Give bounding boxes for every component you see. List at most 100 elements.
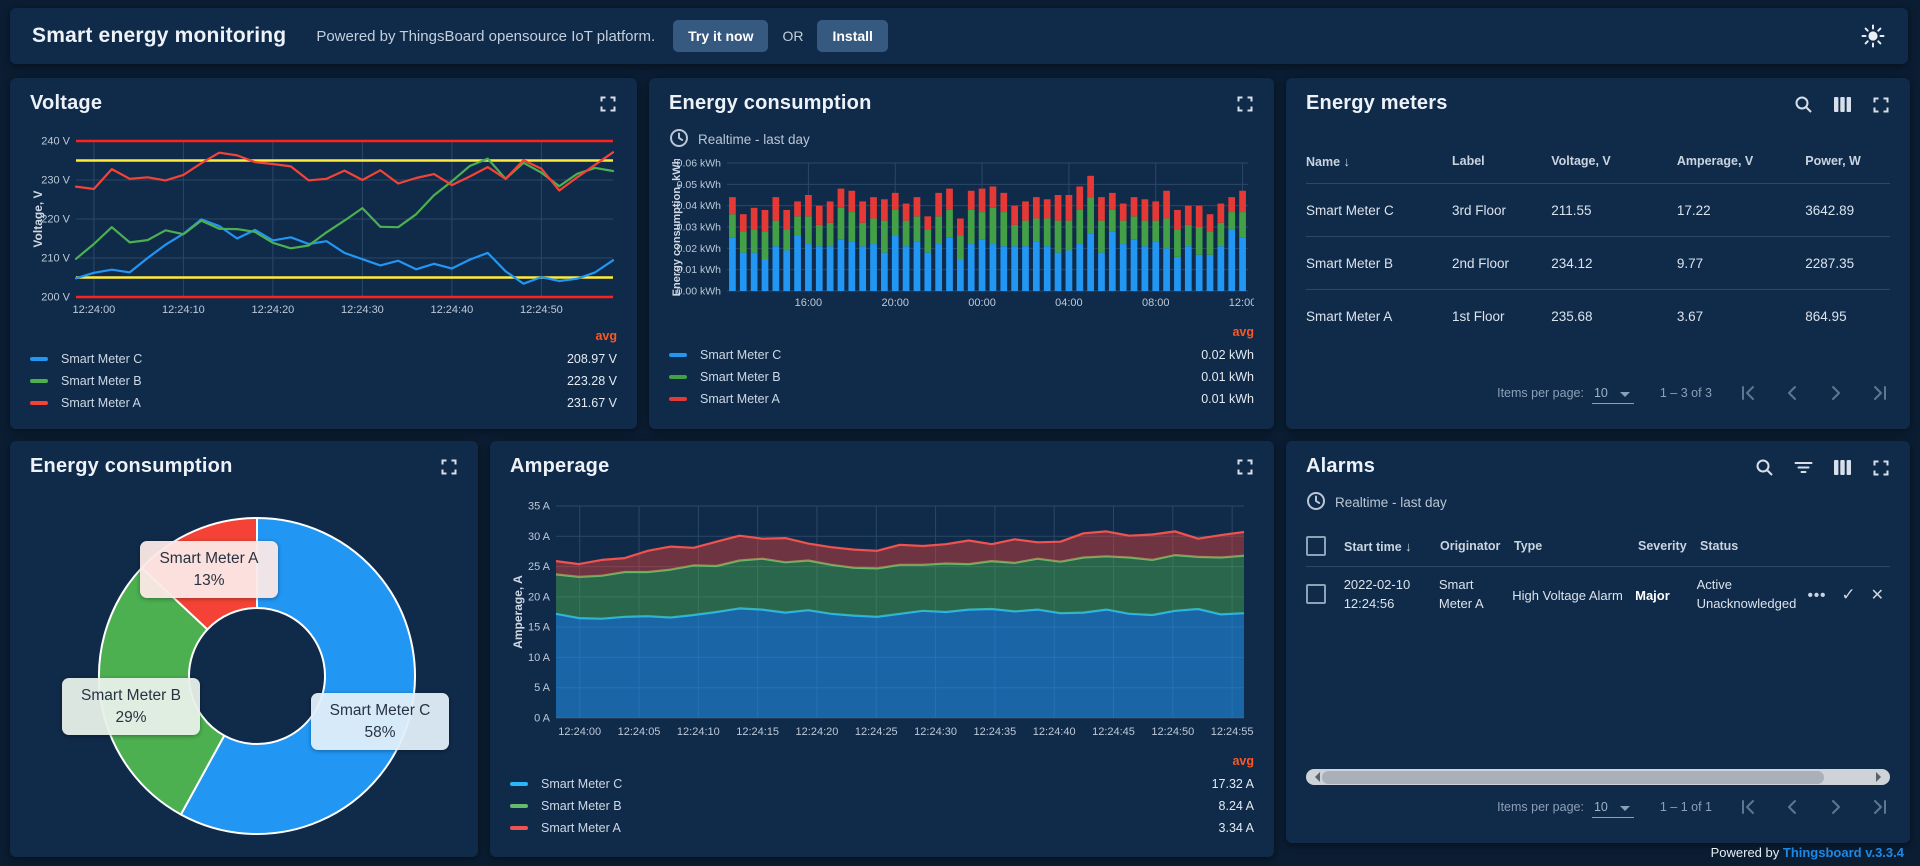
column-header[interactable]: Power, W — [1805, 154, 1890, 168]
search-icon[interactable] — [1794, 95, 1813, 114]
legend-color-dash — [30, 357, 48, 361]
horizontal-scrollbar[interactable] — [1306, 769, 1890, 785]
legend-item[interactable]: Smart Meter A3.34 A — [510, 817, 1254, 839]
scroll-left-arrow-icon[interactable] — [1310, 772, 1320, 782]
try-it-now-button[interactable]: Try it now — [673, 20, 768, 52]
energy-meters-table: Name ↓LabelVoltage, VAmperage, VPower, W… — [1306, 139, 1890, 342]
table-row[interactable]: Smart Meter A1st Floor235.683.67864.95 — [1306, 289, 1890, 342]
items-per-page-select[interactable]: 10 — [1592, 797, 1634, 818]
column-header[interactable]: Amperage, V — [1677, 154, 1805, 168]
alarms-widget: Alarms Realtime - last day Start time ↓O… — [1286, 441, 1910, 843]
columns-icon[interactable] — [1833, 96, 1852, 113]
clear-alarm-icon[interactable]: ✕ — [1871, 585, 1884, 605]
column-header[interactable]: Status — [1700, 539, 1812, 553]
column-header[interactable]: Type — [1514, 539, 1638, 553]
column-header[interactable]: Label — [1452, 154, 1551, 168]
scroll-right-arrow-icon[interactable] — [1876, 772, 1886, 782]
table-row[interactable]: Smart Meter C3rd Floor211.5517.223642.89 — [1306, 183, 1890, 236]
svg-text:08:00: 08:00 — [1142, 297, 1170, 309]
fullscreen-icon[interactable] — [599, 95, 617, 113]
clock-icon — [1306, 491, 1326, 514]
svg-text:12:24:30: 12:24:30 — [914, 726, 957, 738]
svg-text:12:00: 12:00 — [1229, 297, 1254, 309]
legend-item[interactable]: Smart Meter C208.97 V — [30, 348, 617, 370]
install-button[interactable]: Install — [817, 20, 887, 52]
svg-text:12:24:20: 12:24:20 — [796, 726, 839, 738]
column-header[interactable]: Voltage, V — [1551, 154, 1677, 168]
legend-color-dash — [669, 353, 687, 357]
svg-text:0.04 kWh: 0.04 kWh — [677, 200, 722, 212]
fullscreen-icon[interactable] — [1872, 459, 1890, 477]
legend-item[interactable]: Smart Meter B0.01 kWh — [669, 366, 1254, 388]
svg-text:0.03 kWh: 0.03 kWh — [677, 222, 722, 234]
legend-color-dash — [30, 401, 48, 405]
fullscreen-icon[interactable] — [1872, 96, 1890, 114]
last-page-icon[interactable] — [1870, 384, 1890, 402]
svg-text:12:24:15: 12:24:15 — [736, 726, 779, 738]
pie-label-smart-meter-c: Smart Meter C 58% — [311, 693, 449, 750]
items-per-page-label: Items per page: — [1497, 386, 1584, 400]
column-header[interactable]: Severity — [1638, 539, 1700, 553]
svg-text:220 V: 220 V — [41, 214, 70, 226]
pie-label-smart-meter-a: Smart Meter A 13% — [140, 541, 278, 598]
svg-text:12:24:05: 12:24:05 — [618, 726, 661, 738]
theme-toggle-sun-icon[interactable] — [1860, 23, 1886, 49]
column-header[interactable]: Originator — [1440, 539, 1514, 553]
more-actions-icon[interactable]: ••• — [1808, 587, 1827, 604]
search-icon[interactable] — [1755, 458, 1774, 477]
timewindow-button[interactable]: Realtime - last day — [1306, 491, 1890, 514]
previous-page-icon[interactable] — [1782, 798, 1802, 816]
fullscreen-icon[interactable] — [1236, 458, 1254, 476]
filter-icon[interactable] — [1794, 460, 1813, 475]
scrollbar-thumb[interactable] — [1322, 771, 1824, 784]
svg-text:20 A: 20 A — [528, 591, 551, 603]
powered-by-footer: Powered by Thingsboard v.3.3.4 — [1711, 845, 1904, 860]
select-all-checkbox[interactable] — [1306, 536, 1326, 556]
first-page-icon[interactable] — [1738, 798, 1758, 816]
previous-page-icon[interactable] — [1782, 384, 1802, 402]
items-per-page-select[interactable]: 10 — [1592, 383, 1634, 404]
next-page-icon[interactable] — [1826, 798, 1846, 816]
first-page-icon[interactable] — [1738, 384, 1758, 402]
energy-bar-chart: 0.00 kWh0.01 kWh0.02 kWh0.03 kWh0.04 kWh… — [669, 159, 1254, 321]
column-header[interactable]: Name ↓ — [1306, 154, 1452, 169]
fullscreen-icon[interactable] — [440, 458, 458, 476]
svg-text:12:24:20: 12:24:20 — [251, 304, 294, 316]
svg-text:20:00: 20:00 — [881, 297, 909, 309]
svg-text:35 A: 35 A — [528, 501, 551, 513]
last-page-icon[interactable] — [1870, 798, 1890, 816]
svg-text:12:24:35: 12:24:35 — [973, 726, 1016, 738]
svg-text:Energy consumption, kWh: Energy consumption, kWh — [671, 159, 683, 296]
row-checkbox[interactable] — [1306, 584, 1326, 604]
svg-text:210 V: 210 V — [41, 253, 70, 265]
legend-item[interactable]: Smart Meter B8.24 A — [510, 795, 1254, 817]
columns-icon[interactable] — [1833, 459, 1852, 476]
timewindow-button[interactable]: Realtime - last day — [669, 128, 1254, 151]
table-row[interactable]: Smart Meter B2nd Floor234.129.772287.35 — [1306, 236, 1890, 289]
sort-desc-icon: ↓ — [1405, 539, 1412, 554]
fullscreen-icon[interactable] — [1236, 95, 1254, 113]
legend-avg-label: avg — [669, 325, 1254, 344]
alarm-row[interactable]: 2022-02-1012:24:56 SmartMeter A High Vol… — [1306, 566, 1890, 623]
svg-text:0 A: 0 A — [534, 713, 551, 725]
svg-text:12:24:00: 12:24:00 — [558, 726, 601, 738]
energy-consumption-pie-widget: Energy consumption Smart Meter A 13% Sma… — [10, 441, 478, 857]
svg-text:5 A: 5 A — [534, 682, 551, 694]
legend-item[interactable]: Smart Meter C17.32 A — [510, 773, 1254, 795]
legend-color-dash — [510, 782, 528, 786]
powered-by-subtitle: Powered by ThingsBoard opensource IoT pl… — [316, 28, 655, 45]
svg-text:15 A: 15 A — [528, 622, 551, 634]
column-header[interactable]: Start time ↓ — [1344, 539, 1440, 554]
legend-item[interactable]: Smart Meter A0.01 kWh — [669, 388, 1254, 410]
svg-text:12:24:30: 12:24:30 — [341, 304, 384, 316]
sort-desc-icon: ↓ — [1344, 154, 1351, 169]
thingsboard-version-link[interactable]: Thingsboard v.3.3.4 — [1783, 845, 1904, 860]
acknowledge-icon[interactable]: ✓ — [1841, 585, 1855, 605]
legend-item[interactable]: Smart Meter A231.67 V — [30, 392, 617, 414]
next-page-icon[interactable] — [1826, 384, 1846, 402]
svg-text:12:24:00: 12:24:00 — [72, 304, 115, 316]
pagination-nav — [1738, 798, 1890, 816]
legend-item[interactable]: Smart Meter B223.28 V — [30, 370, 617, 392]
svg-text:230 V: 230 V — [41, 175, 70, 187]
legend-item[interactable]: Smart Meter C0.02 kWh — [669, 344, 1254, 366]
